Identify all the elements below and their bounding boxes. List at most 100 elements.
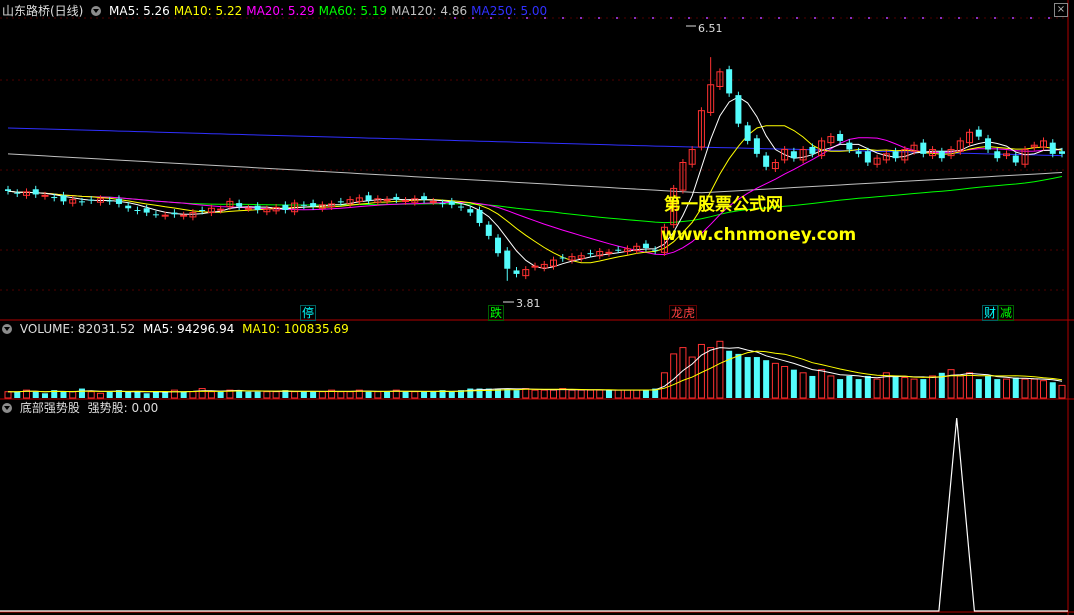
volume-bar (966, 372, 974, 399)
candle-body (837, 134, 844, 141)
volume-bar (87, 391, 95, 399)
volume-bar (374, 391, 382, 399)
marker-dot (688, 17, 690, 19)
volume-bar (642, 390, 649, 398)
candle-body (402, 200, 410, 202)
candle-body (809, 146, 816, 154)
candle-body (642, 243, 649, 248)
candle-body (60, 195, 67, 202)
volume-bar (726, 350, 733, 398)
volume-bar (929, 375, 937, 399)
candle-body (282, 204, 289, 210)
marker-dot (778, 17, 780, 19)
volume-dropdown-icon[interactable] (2, 324, 12, 334)
volume-bar (1058, 384, 1066, 399)
volume-bar (448, 391, 455, 398)
volume-bar (78, 388, 85, 398)
marker-dot (1012, 17, 1014, 19)
volume-bar (540, 389, 548, 399)
marker-dot (1048, 17, 1050, 19)
candle-body (513, 270, 520, 274)
candle-body (365, 195, 372, 201)
volume-bar (1012, 377, 1019, 398)
volume-bar (735, 353, 742, 398)
candle-body (467, 209, 474, 213)
volume-ma10-line (8, 350, 1063, 393)
volume-bar (985, 375, 992, 398)
volume-bar (207, 391, 215, 399)
stock-name[interactable]: 山东路桥(日线) (2, 4, 83, 18)
marker-dot (904, 17, 906, 19)
candle-body (152, 214, 159, 216)
volume-bar (513, 390, 520, 398)
volume-bar (605, 390, 612, 398)
volume-bar (855, 379, 862, 398)
marker-dot (724, 17, 726, 19)
event-tag-halt[interactable]: 停 (300, 305, 317, 321)
marker-dot (652, 17, 654, 19)
volume-bar (198, 388, 206, 399)
event-tag-dragon-tiger[interactable]: 龙虎 (669, 305, 698, 321)
candle-body (763, 155, 770, 167)
volume-bar (827, 375, 835, 399)
ma5-line (7, 96, 1063, 270)
volume-bar (947, 369, 955, 399)
candle-body (495, 237, 502, 254)
candle-body (244, 207, 252, 210)
volume-bar (365, 391, 372, 398)
candle-body (726, 69, 733, 94)
high-price-label: 6.51 (698, 22, 723, 35)
volume-bar (69, 391, 77, 399)
low-price-label: 3.81 (516, 297, 541, 310)
volume-bar (901, 377, 909, 399)
event-tag-drop[interactable]: 跌 (488, 305, 505, 321)
candle-body (985, 138, 992, 150)
volume-bar (707, 347, 715, 399)
volume-bar (568, 389, 576, 399)
candle-body (51, 197, 58, 199)
volume-bar (763, 360, 770, 398)
candle-body (161, 214, 169, 217)
volume-bar (1030, 378, 1038, 399)
dropdown-icon[interactable] (91, 6, 102, 16)
marker-dot (868, 17, 870, 19)
marker-dot (742, 17, 744, 19)
volume-bar (32, 391, 39, 398)
candle-body (652, 249, 659, 251)
marker-dot (796, 17, 798, 19)
candle-body (855, 151, 862, 154)
indicator-dropdown-icon[interactable] (2, 403, 12, 413)
volume-ma5-line (8, 347, 1063, 393)
candle-body (846, 142, 853, 150)
marker-dot (958, 17, 960, 19)
candle-body (1012, 155, 1019, 163)
volume-bar (781, 366, 789, 399)
marker-dot (670, 17, 672, 19)
indicator-name[interactable]: 底部强势股 (20, 401, 80, 415)
volume-bar (337, 391, 345, 399)
volume-bar (152, 391, 159, 398)
candle-body (790, 151, 797, 159)
candle-body (504, 250, 511, 269)
event-tag-finance[interactable]: 财 (982, 305, 999, 321)
volume-bar (956, 375, 964, 399)
marker-dot (976, 17, 978, 19)
volume-bar (716, 340, 724, 399)
ma-legend-item: MA10: 5.22 (173, 4, 243, 18)
volume-value: VOLUME: 82031.52 (19, 322, 136, 336)
volume-bar (633, 389, 641, 399)
event-tag-reduce[interactable]: 减 (998, 305, 1015, 321)
volume-bar (245, 391, 252, 398)
volume-bar (994, 379, 1001, 398)
ma250-line (7, 127, 1063, 157)
candle-body (310, 203, 317, 207)
ma-legend-item: MA20: 5.29 (246, 4, 315, 18)
volume-bar (818, 369, 826, 399)
candle-body (125, 205, 132, 209)
candle-body (587, 253, 594, 255)
watermark-url: www.chnmoney.com (661, 225, 857, 245)
volume-bar (531, 389, 539, 399)
close-icon[interactable]: × (1054, 3, 1068, 17)
volume-bar (430, 391, 437, 398)
volume-bar (975, 379, 982, 398)
